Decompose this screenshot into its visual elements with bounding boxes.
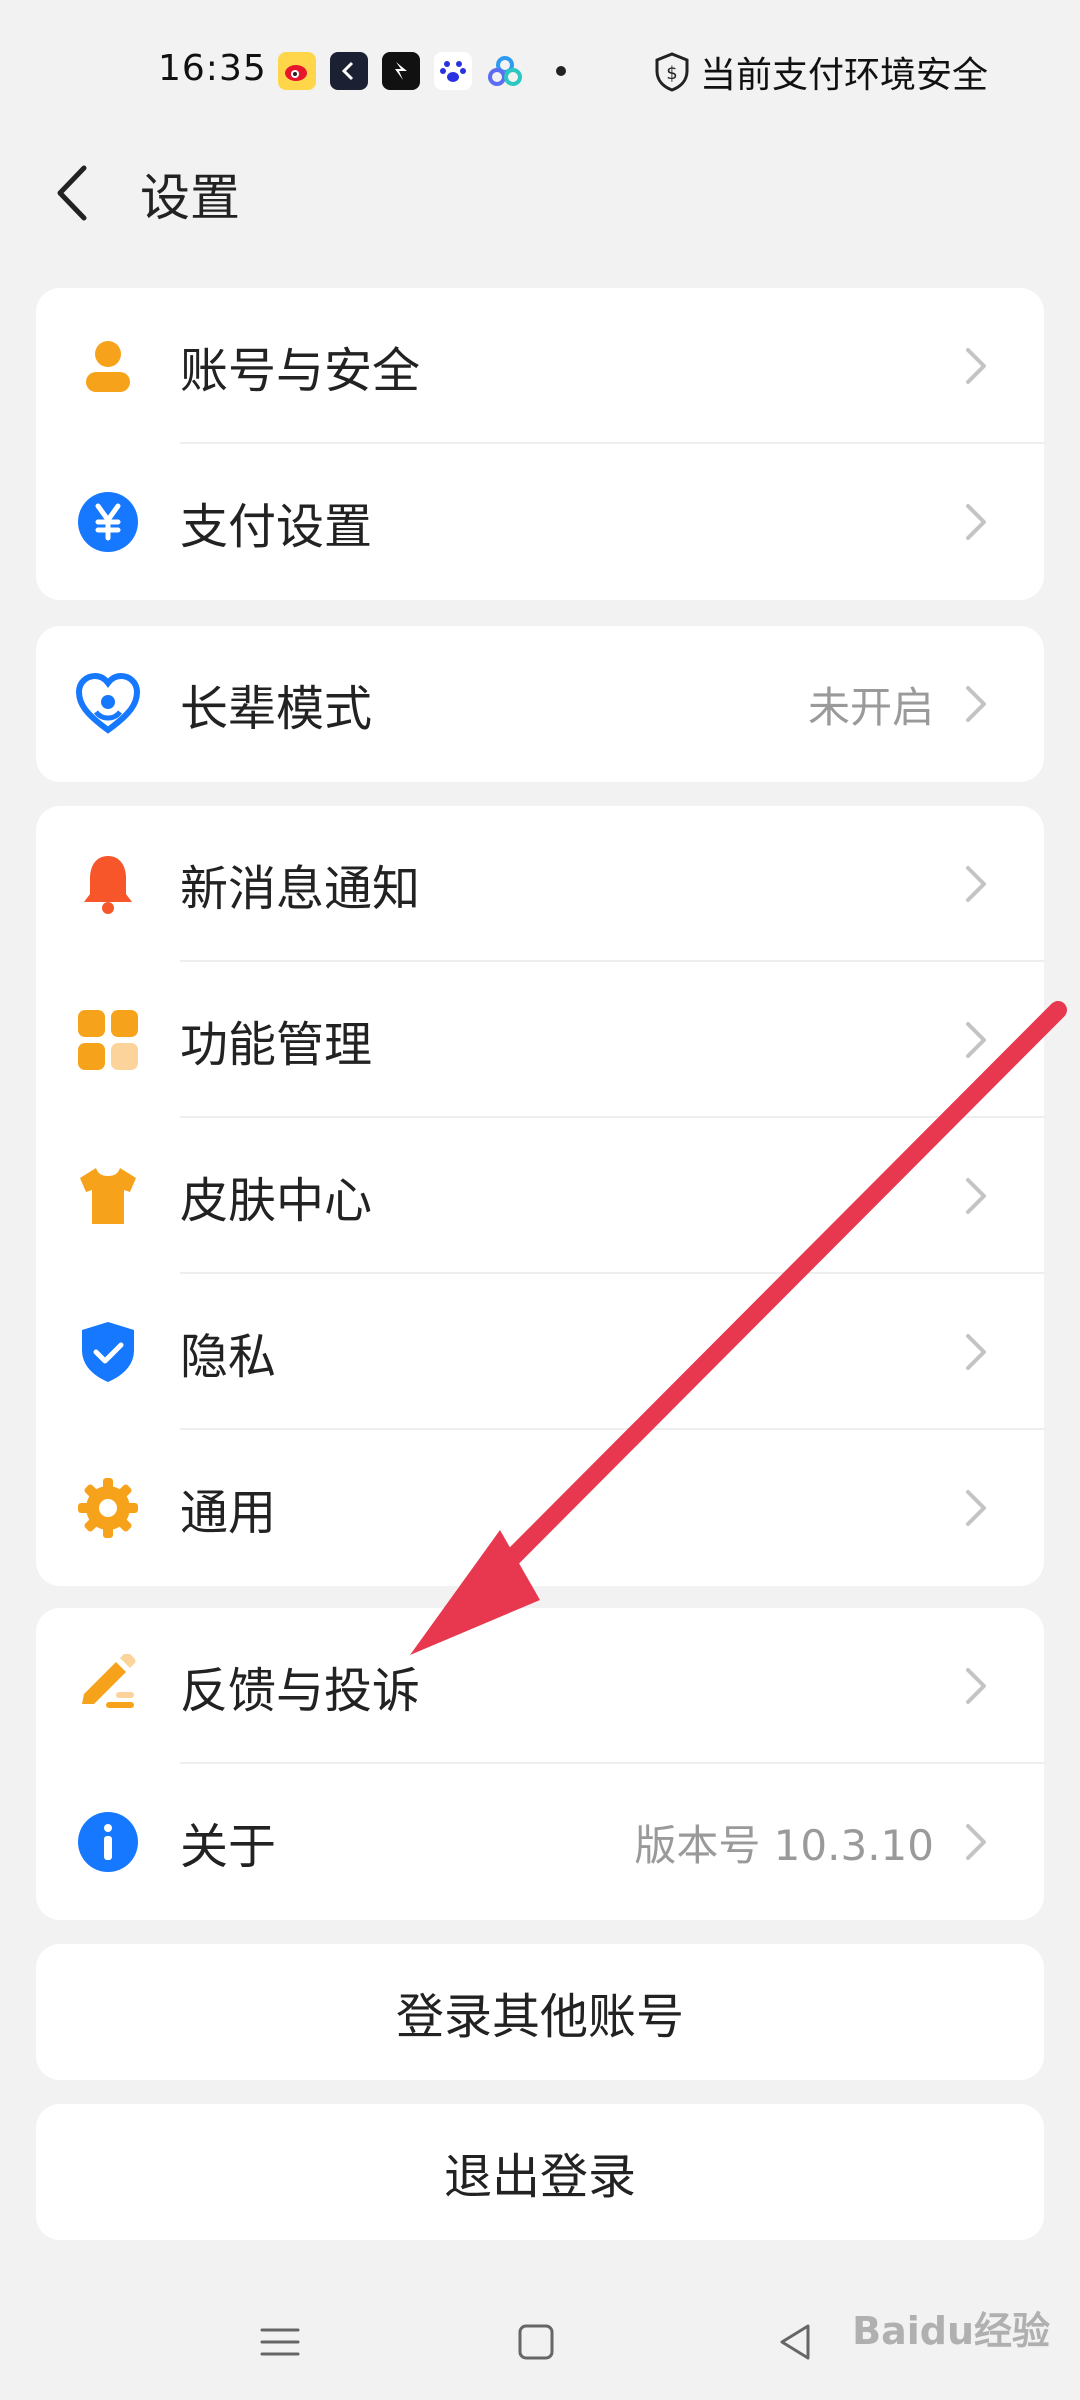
settings-item-features[interactable]: 功能管理 bbox=[36, 962, 1044, 1118]
settings-item-value: 未开启 bbox=[807, 682, 934, 732]
payment-security-status: $ 当前支付环境安全 bbox=[654, 46, 988, 98]
settings-item-skin[interactable]: 皮肤中心 bbox=[36, 1118, 1044, 1274]
notification-dot bbox=[556, 66, 566, 76]
chevron-right-icon bbox=[966, 348, 986, 384]
multi-circle-icon bbox=[486, 52, 524, 90]
chevron-right-icon bbox=[966, 1178, 986, 1214]
settings-item-label: 关于 bbox=[180, 1819, 277, 1875]
grid-icon bbox=[78, 1010, 138, 1070]
chevron-right-icon bbox=[966, 1668, 986, 1704]
bell-icon bbox=[84, 856, 132, 914]
chevron-right-icon bbox=[966, 686, 986, 722]
chevron-right-icon bbox=[966, 1022, 986, 1058]
settings-group-account: 账号与安全 支付设置 bbox=[36, 288, 1044, 600]
svg-text:$: $ bbox=[666, 63, 677, 84]
security-text: 当前支付环境安全 bbox=[699, 55, 988, 96]
settings-item-elder-mode[interactable]: 长辈模式 未开启 bbox=[36, 626, 1044, 782]
chevron-right-icon bbox=[966, 504, 986, 540]
logout-button[interactable]: 退出登录 bbox=[36, 2104, 1044, 2240]
user-icon bbox=[86, 341, 130, 392]
status-time: 16:35 bbox=[158, 48, 267, 89]
chevron-right-icon bbox=[966, 1490, 986, 1526]
switch-account-button[interactable]: 登录其他账号 bbox=[36, 1944, 1044, 2080]
gear-icon bbox=[78, 1478, 138, 1538]
home-icon[interactable] bbox=[506, 2312, 566, 2372]
settings-item-account-security[interactable]: 账号与安全 bbox=[36, 288, 1044, 444]
chevron-right-icon bbox=[966, 1334, 986, 1370]
pen-icon bbox=[82, 1654, 136, 1708]
info-icon bbox=[78, 1812, 138, 1872]
tshirt-icon bbox=[80, 1168, 136, 1224]
status-app-icons bbox=[278, 52, 566, 90]
status-bar: 16:35 $ 当前支付环境安全 bbox=[0, 0, 1080, 140]
chevron-right-icon bbox=[966, 1824, 986, 1860]
settings-item-payment[interactable]: 支付设置 bbox=[36, 444, 1044, 600]
shield-dollar-icon: $ bbox=[655, 52, 689, 92]
settings-item-label: 账号与安全 bbox=[180, 343, 421, 399]
settings-group-support: 反馈与投诉 关于 版本号 10.3.10 bbox=[36, 1608, 1044, 1920]
settings-item-label: 反馈与投诉 bbox=[180, 1663, 421, 1719]
yuan-icon bbox=[78, 492, 138, 552]
menu-icon[interactable] bbox=[250, 2312, 310, 2372]
settings-item-label: 皮肤中心 bbox=[180, 1173, 373, 1229]
settings-item-label: 长辈模式 bbox=[180, 681, 373, 737]
settings-item-privacy[interactable]: 隐私 bbox=[36, 1274, 1044, 1430]
settings-group-general: 新消息通知 功能管理 皮肤中心 隐私 通用 bbox=[36, 806, 1044, 1586]
settings-item-label: 支付设置 bbox=[180, 499, 373, 555]
page-title: 设置 bbox=[140, 169, 240, 227]
settings-item-label: 隐私 bbox=[180, 1329, 277, 1385]
settings-group-elder: 长辈模式 未开启 bbox=[36, 626, 1044, 782]
header: 设置 bbox=[0, 140, 1080, 250]
back-triangle-icon[interactable] bbox=[766, 2312, 826, 2372]
heart-icon bbox=[76, 672, 140, 734]
settings-item-notifications[interactable]: 新消息通知 bbox=[36, 806, 1044, 962]
weibo-icon bbox=[278, 52, 316, 90]
settings-item-label: 功能管理 bbox=[180, 1017, 373, 1073]
settings-item-label: 新消息通知 bbox=[180, 861, 421, 917]
chevron-left-icon bbox=[57, 165, 87, 221]
app-arrow-icon bbox=[382, 52, 420, 90]
baidu-paw-icon bbox=[434, 52, 472, 90]
settings-item-feedback[interactable]: 反馈与投诉 bbox=[36, 1608, 1044, 1764]
chevron-right-icon bbox=[966, 866, 986, 902]
back-button[interactable] bbox=[40, 158, 110, 228]
settings-item-label: 通用 bbox=[180, 1485, 277, 1541]
shield-check-icon bbox=[82, 1322, 134, 1382]
watermark: Baidu经验 bbox=[852, 2309, 1050, 2353]
version-value: 版本号 10.3.10 bbox=[634, 1820, 934, 1870]
app-k-icon bbox=[330, 52, 368, 90]
settings-item-about[interactable]: 关于 版本号 10.3.10 bbox=[36, 1764, 1044, 1920]
settings-item-general[interactable]: 通用 bbox=[36, 1430, 1044, 1586]
